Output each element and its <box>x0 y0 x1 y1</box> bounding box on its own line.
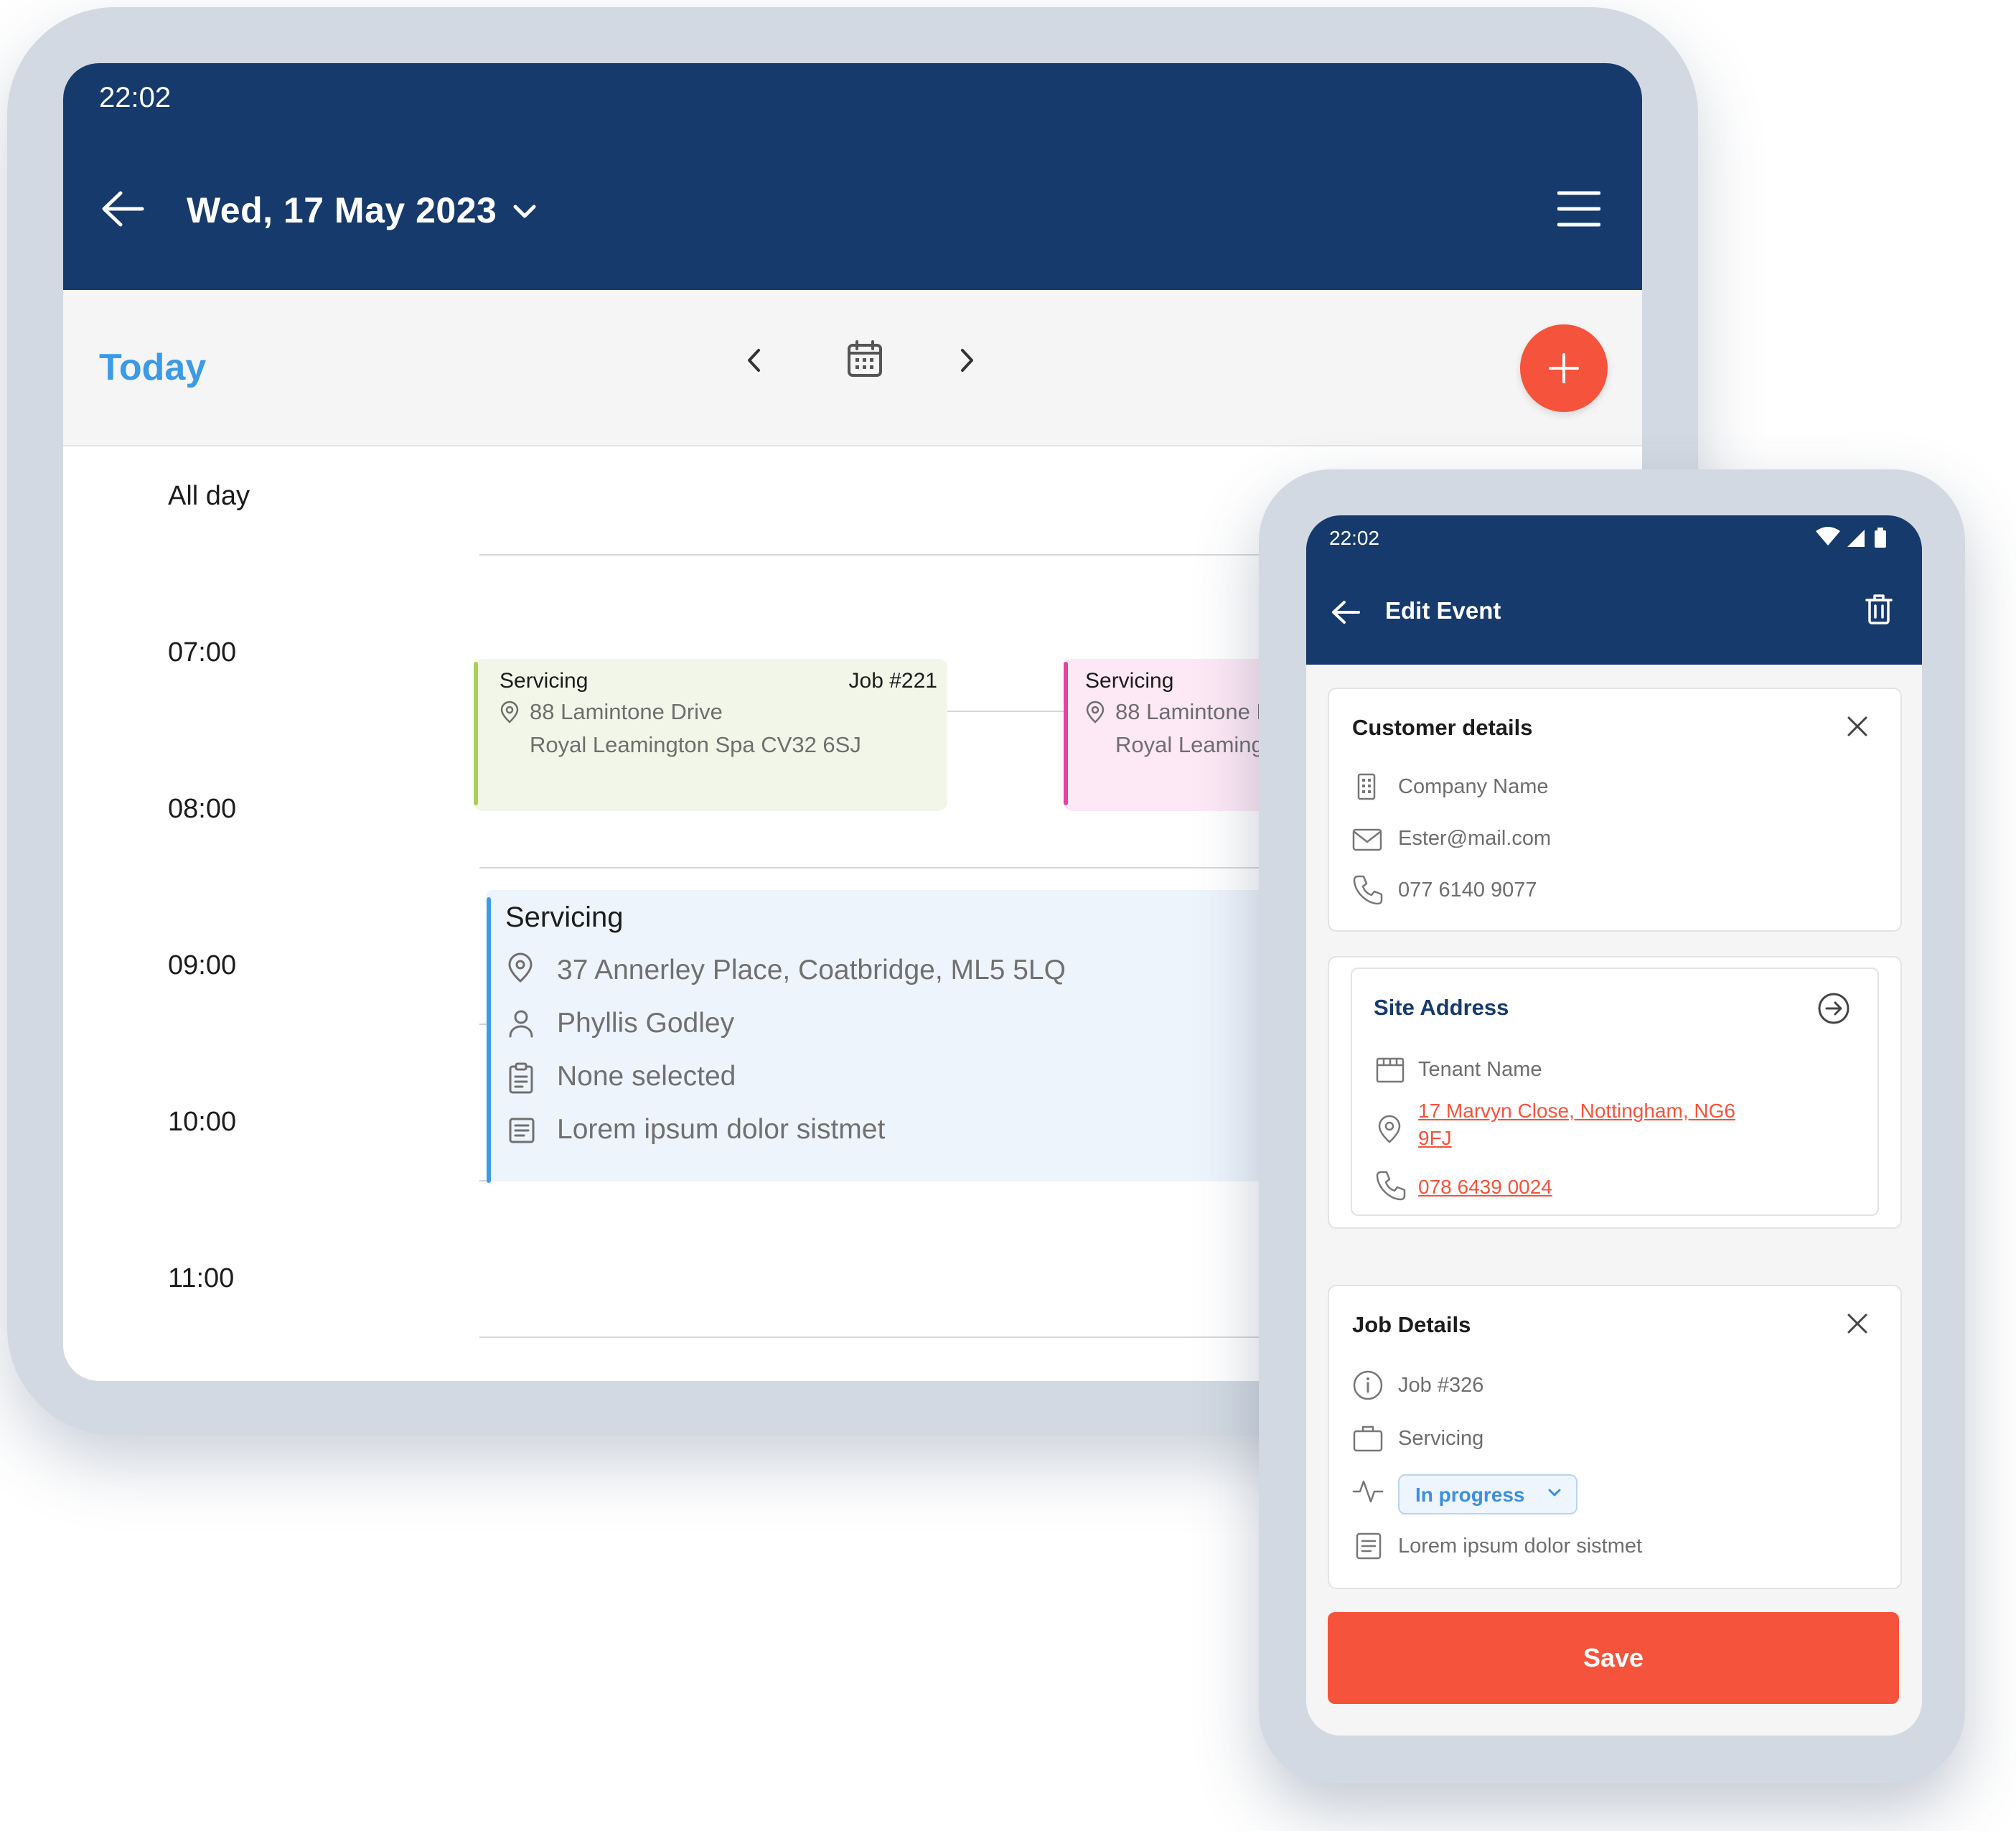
event-job-number: Job #221 <box>848 669 937 693</box>
storefront-icon <box>1375 1057 1405 1084</box>
hamburger-menu-icon[interactable] <box>1557 191 1600 227</box>
close-icon[interactable] <box>1846 1312 1869 1335</box>
status-value: In progress <box>1415 1484 1525 1506</box>
time-slot-label: 10:00 <box>168 1107 237 1137</box>
event-address: 37 Annerley Place, Coatbridge, ML5 5LQ <box>557 955 1066 985</box>
site-address-link-line1[interactable]: 17 Marvyn Close, Nottingham, NG6 <box>1418 1097 1735 1125</box>
date-toolbar: Today <box>63 290 1642 446</box>
battery-icon <box>1875 530 1886 548</box>
status-icons <box>1814 525 1899 550</box>
location-pin-icon <box>500 701 520 723</box>
card-title: Site Address <box>1374 995 1509 1020</box>
event-address-line2: Royal Leamington Spa CV32 6SJ <box>530 732 861 757</box>
job-notes[interactable]: Lorem ipsum dolor sistmet <box>1398 1535 1642 1558</box>
location-pin-icon <box>507 952 534 983</box>
company-name-field[interactable]: Company Name <box>1398 775 1549 799</box>
event-form: None selected <box>557 1061 736 1092</box>
phone-field[interactable]: 077 6140 9077 <box>1398 879 1537 902</box>
event-title: Servicing <box>500 669 589 693</box>
time-slot-label: 08:00 <box>168 794 237 824</box>
today-button[interactable]: Today <box>99 346 206 389</box>
event-title: Servicing <box>505 902 624 933</box>
card-title: Job Details <box>1352 1312 1471 1337</box>
calendar-icon[interactable] <box>847 340 883 378</box>
status-time: 22:02 <box>1329 527 1380 549</box>
time-slot-label: 11:00 <box>168 1263 235 1293</box>
trash-icon[interactable] <box>1865 593 1893 626</box>
location-pin-icon <box>1377 1113 1402 1144</box>
event-color-bar <box>487 897 491 1183</box>
signal-icon <box>1847 530 1865 547</box>
tenant-name-field[interactable]: Tenant Name <box>1418 1058 1542 1082</box>
close-icon[interactable] <box>1846 715 1869 738</box>
chevron-right-icon[interactable] <box>959 347 976 373</box>
site-address-card: Site Address Tenant Name 17 Marvyn Close… <box>1328 956 1902 1229</box>
wifi-icon <box>1816 527 1840 545</box>
person-icon <box>508 1009 534 1038</box>
grid-line <box>947 711 1069 712</box>
calendar-event-card[interactable]: Servicing Job #221 88 Lamintone Drive Ro… <box>474 659 947 811</box>
chevron-left-icon[interactable] <box>745 347 762 373</box>
chevron-down-icon[interactable] <box>512 204 537 220</box>
phone-icon <box>1375 1170 1407 1202</box>
add-event-button[interactable] <box>1520 324 1608 412</box>
date-title[interactable]: Wed, 17 May 2023 <box>187 189 497 231</box>
email-field[interactable]: Ester@mail.com <box>1398 827 1551 851</box>
arrow-circle-right-icon[interactable] <box>1817 992 1850 1025</box>
site-phone-link[interactable]: 078 6439 0024 <box>1418 1173 1552 1202</box>
event-address-line1: 88 Lamintone Drive <box>530 699 723 724</box>
time-slot-label: 07:00 <box>168 637 237 668</box>
phone-screen: 22:02 Edit Event Customer details Compan… <box>1306 515 1922 1736</box>
event-title: Servicing <box>1085 669 1174 693</box>
chevron-down-icon <box>1547 1488 1562 1498</box>
status-time: 22:02 <box>99 82 172 113</box>
notes-icon <box>1355 1532 1382 1560</box>
phone-icon <box>1352 874 1384 906</box>
back-arrow-icon[interactable] <box>100 191 145 227</box>
activity-icon <box>1352 1474 1384 1506</box>
event-contact: Phyllis Godley <box>557 1008 735 1039</box>
job-details-card: Job Details Job #326 Servicing In progre… <box>1328 1285 1902 1589</box>
building-icon <box>1355 772 1378 801</box>
phone-header: 22:02 Edit Event <box>1306 515 1922 665</box>
screen-title: Edit Event <box>1385 597 1501 624</box>
mail-icon <box>1352 828 1382 851</box>
time-slot-label: 09:00 <box>168 950 237 980</box>
job-type: Servicing <box>1398 1427 1484 1450</box>
status-dropdown[interactable]: In progress <box>1398 1474 1577 1514</box>
site-address-inner: Site Address Tenant Name 17 Marvyn Close… <box>1351 968 1879 1216</box>
notes-icon <box>508 1117 535 1144</box>
clipboard-icon <box>508 1062 534 1094</box>
event-color-bar <box>474 662 478 805</box>
tablet-header: 22:02 Wed, 17 May 2023 <box>63 63 1642 290</box>
site-address-link-line2[interactable]: 9FJ <box>1418 1124 1452 1153</box>
card-title: Customer details <box>1352 715 1533 740</box>
save-button[interactable]: Save <box>1328 1612 1899 1704</box>
customer-details-card: Customer details Company Name Ester@mail… <box>1328 688 1902 932</box>
time-slot-label: All day <box>168 481 250 511</box>
location-pin-icon <box>1085 701 1105 723</box>
event-color-bar <box>1064 662 1068 805</box>
info-icon <box>1352 1369 1384 1401</box>
briefcase-icon <box>1352 1424 1384 1453</box>
back-arrow-icon[interactable] <box>1331 600 1361 624</box>
event-notes: Lorem ipsum dolor sistmet <box>557 1114 886 1145</box>
job-number: Job #326 <box>1398 1374 1484 1397</box>
plus-icon <box>1549 353 1579 383</box>
